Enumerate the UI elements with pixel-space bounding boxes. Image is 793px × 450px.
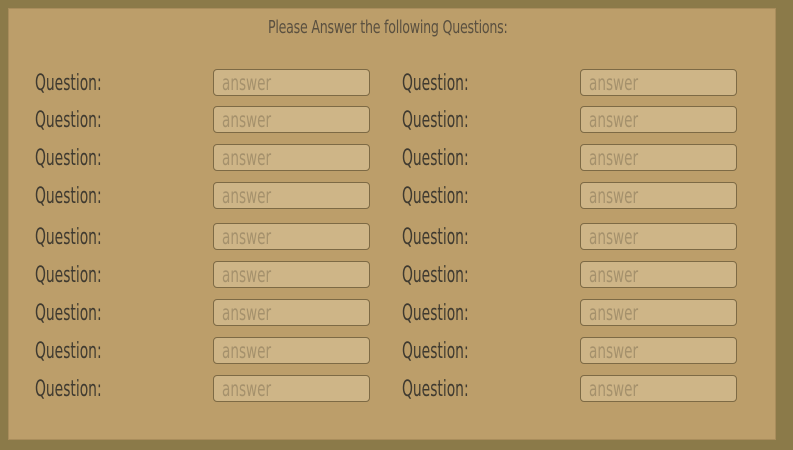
answer-placeholder: answer: [589, 146, 639, 170]
question-row: Question: answer: [0, 69, 793, 99]
answer-placeholder: answer: [589, 339, 639, 363]
answer-input[interactable]: answer: [580, 106, 737, 133]
answer-input[interactable]: answer: [580, 299, 737, 326]
question-row: Question: answer: [0, 223, 793, 253]
question-label: Question:: [402, 184, 469, 209]
answer-placeholder: answer: [589, 71, 639, 95]
answer-input[interactable]: answer: [580, 69, 737, 96]
answer-input[interactable]: answer: [580, 144, 737, 171]
question-row: Question: answer: [0, 337, 793, 367]
question-row: Question: answer: [0, 375, 793, 405]
question-label: Question:: [402, 339, 469, 364]
answer-placeholder: answer: [589, 301, 639, 325]
page-title: Please Answer the following Questions:: [267, 17, 508, 38]
answer-placeholder: answer: [589, 263, 639, 287]
answer-input[interactable]: answer: [580, 375, 737, 402]
question-label: Question:: [402, 108, 469, 133]
question-label: Question:: [402, 301, 469, 326]
question-label: Question:: [402, 263, 469, 288]
question-label: Question:: [402, 225, 469, 250]
answer-placeholder: answer: [589, 184, 639, 208]
question-label: Question:: [402, 71, 469, 96]
question-row: Question: answer: [0, 144, 793, 174]
question-label: Question:: [402, 377, 469, 402]
answer-input[interactable]: answer: [580, 337, 737, 364]
answer-input[interactable]: answer: [580, 223, 737, 250]
question-label: Question:: [402, 146, 469, 171]
answer-placeholder: answer: [589, 225, 639, 249]
question-row: Question: answer: [0, 182, 793, 212]
window-frame: Please Answer the following Questions: Q…: [0, 0, 793, 450]
question-row: Question: answer: [0, 299, 793, 329]
answer-input[interactable]: answer: [580, 261, 737, 288]
question-row: Question: answer: [0, 261, 793, 291]
question-row: Question: answer: [0, 106, 793, 136]
answer-placeholder: answer: [589, 108, 639, 132]
answer-input[interactable]: answer: [580, 182, 737, 209]
answer-placeholder: answer: [589, 377, 639, 401]
